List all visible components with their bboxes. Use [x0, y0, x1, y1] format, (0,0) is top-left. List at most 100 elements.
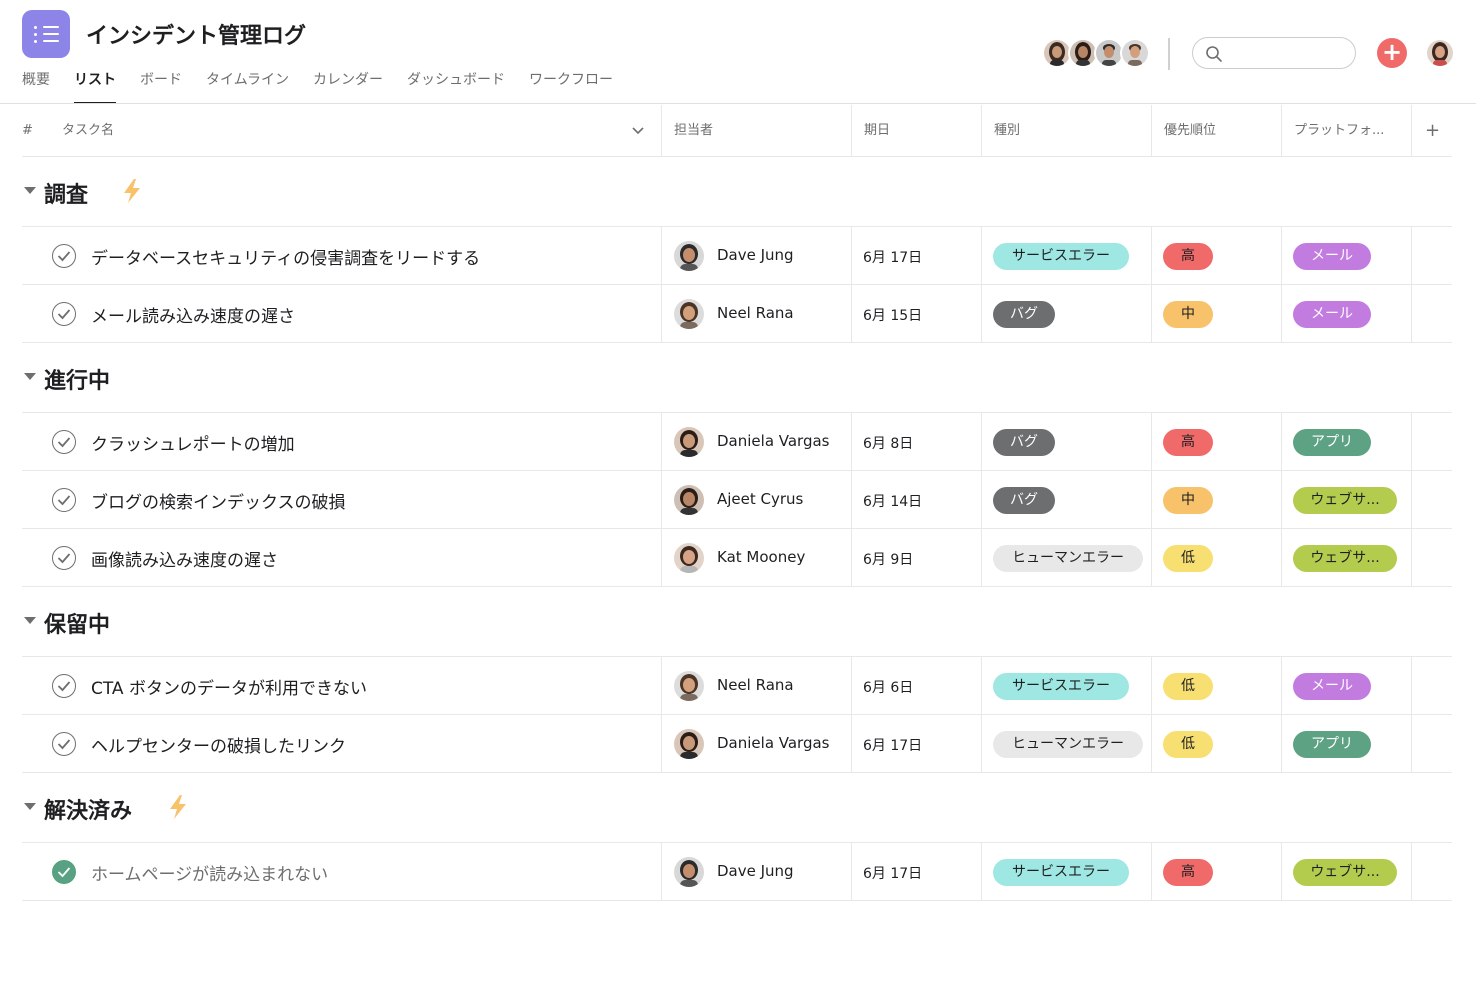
section-header[interactable]: 解決済み [22, 773, 1452, 843]
section-title[interactable]: 進行中 [44, 363, 110, 395]
due-date[interactable]: 6月 17日 [863, 863, 922, 883]
project-title[interactable]: インシデント管理ログ [86, 18, 306, 50]
priority-tag[interactable]: 低 [1163, 673, 1213, 700]
complete-checkbox[interactable] [52, 302, 76, 326]
task-name[interactable]: ブログの検索インデックスの破損 [91, 488, 346, 513]
platform-tag[interactable]: ウェブサ... [1293, 487, 1397, 514]
platform-tag[interactable]: ウェブサ... [1293, 859, 1397, 886]
search-input[interactable] [1227, 43, 1345, 63]
caret-down-icon[interactable] [24, 187, 36, 194]
caret-down-icon[interactable] [24, 617, 36, 624]
priority-tag[interactable]: 低 [1163, 731, 1213, 758]
priority-tag[interactable]: 高 [1163, 429, 1213, 456]
column-platform[interactable]: プラットフォ... [1294, 105, 1384, 157]
platform-tag[interactable]: アプリ [1293, 429, 1371, 456]
assignee-name[interactable]: Dave Jung [717, 246, 794, 264]
due-date[interactable]: 6月 15日 [863, 305, 922, 325]
task-name[interactable]: データベースセキュリティの侵害調査をリードする [91, 244, 480, 269]
type-tag[interactable]: バグ [993, 429, 1055, 456]
tab-board[interactable]: ボード [140, 70, 182, 104]
type-tag[interactable]: ヒューマンエラー [993, 731, 1143, 758]
member-avatars[interactable] [1042, 38, 1150, 68]
task-name[interactable]: メール読み込み速度の遅さ [91, 302, 295, 327]
due-date[interactable]: 6月 6日 [863, 677, 913, 697]
assignee-name[interactable]: Neel Rana [717, 304, 794, 322]
priority-tag[interactable]: 高 [1163, 243, 1213, 270]
type-tag[interactable]: サービスエラー [993, 673, 1129, 700]
assignee-name[interactable]: Neel Rana [717, 676, 794, 694]
column-type[interactable]: 種別 [994, 105, 1020, 157]
caret-down-icon[interactable] [24, 373, 36, 380]
assignee-name[interactable]: Daniela Vargas [717, 432, 830, 450]
tab-timeline[interactable]: タイムライン [206, 70, 289, 104]
assignee-name[interactable]: Dave Jung [717, 862, 794, 880]
type-tag[interactable]: ヒューマンエラー [993, 545, 1143, 572]
task-name[interactable]: CTA ボタンのデータが利用できない [91, 674, 367, 699]
avatar [674, 671, 704, 701]
priority-tag[interactable]: 中 [1163, 487, 1213, 514]
task-row[interactable]: データベースセキュリティの侵害調査をリードする Dave Jung 6月 17日 サー… [22, 227, 1452, 285]
assignee-name[interactable]: Kat Mooney [717, 548, 805, 566]
task-name[interactable]: クラッシュレポートの増加 [91, 430, 295, 455]
section-title[interactable]: 保留中 [44, 607, 110, 639]
due-date[interactable]: 6月 17日 [863, 735, 922, 755]
add-button[interactable]: + [1377, 38, 1407, 68]
task-row[interactable]: クラッシュレポートの増加 Daniela Vargas 6月 8日 バグ 高 アプリ [22, 413, 1452, 471]
search-box[interactable] [1192, 37, 1356, 69]
tab-workflow[interactable]: ワークフロー [529, 70, 613, 104]
task-name[interactable]: ホームページが読み込まれない [91, 860, 328, 885]
task-row[interactable]: ホームページが読み込まれない Dave Jung 6月 17日 サービスエラー 高 ウェブ… [22, 843, 1452, 901]
assignee-name[interactable]: Ajeet Cyrus [717, 490, 803, 508]
task-name[interactable]: 画像読み込み速度の遅さ [91, 546, 278, 571]
task-row[interactable]: ヘルプセンターの破損したリンク Daniela Vargas 6月 17日 ヒューマン… [22, 715, 1452, 773]
add-column-button[interactable]: + [1425, 105, 1440, 157]
column-assignee[interactable]: 担当者 [674, 105, 713, 157]
section-header[interactable]: 進行中 [22, 343, 1452, 413]
due-date[interactable]: 6月 17日 [863, 247, 922, 267]
tab-overview[interactable]: 概要 [22, 70, 50, 104]
current-user-avatar[interactable] [1425, 38, 1455, 68]
platform-tag[interactable]: メール [1293, 301, 1371, 328]
complete-checkbox[interactable] [52, 732, 76, 756]
section-header[interactable]: 保留中 [22, 587, 1452, 657]
platform-tag[interactable]: メール [1293, 243, 1371, 270]
section-title[interactable]: 調査 [44, 177, 88, 209]
column-task-name[interactable]: タスク名 [62, 105, 114, 157]
column-due[interactable]: 期日 [864, 105, 890, 157]
complete-checkbox[interactable] [52, 674, 76, 698]
platform-tag[interactable]: ウェブサ... [1293, 545, 1397, 572]
task-name[interactable]: ヘルプセンターの破損したリンク [91, 732, 346, 757]
task-row[interactable]: メール読み込み速度の遅さ Neel Rana 6月 15日 バグ 中 メール [22, 285, 1452, 343]
assignee-name[interactable]: Daniela Vargas [717, 734, 830, 752]
complete-checkbox[interactable] [52, 488, 76, 512]
type-tag[interactable]: バグ [993, 301, 1055, 328]
priority-tag[interactable]: 中 [1163, 301, 1213, 328]
type-tag[interactable]: サービスエラー [993, 243, 1129, 270]
caret-down-icon[interactable] [24, 803, 36, 810]
chevron-down-icon[interactable] [632, 126, 644, 136]
complete-checkbox[interactable] [52, 244, 76, 268]
task-row[interactable]: CTA ボタンのデータが利用できない Neel Rana 6月 6日 サービスエラー 低… [22, 657, 1452, 715]
app-icon[interactable] [22, 10, 70, 58]
due-date[interactable]: 6月 9日 [863, 549, 913, 569]
tab-calendar[interactable]: カレンダー [313, 70, 383, 104]
task-row[interactable]: 画像読み込み速度の遅さ Kat Mooney 6月 9日 ヒューマンエラー低 ウェブサ.… [22, 529, 1452, 587]
tab-list[interactable]: リスト [74, 70, 116, 104]
avatar [674, 427, 704, 457]
type-tag[interactable]: バグ [993, 487, 1055, 514]
complete-checkbox[interactable] [52, 860, 76, 884]
task-row[interactable]: ブログの検索インデックスの破損 Ajeet Cyrus 6月 14日 バグ 中 ウェブサ.… [22, 471, 1452, 529]
section-title[interactable]: 解決済み [44, 793, 132, 825]
tab-dashboard[interactable]: ダッシュボード [407, 70, 505, 104]
priority-tag[interactable]: 高 [1163, 859, 1213, 886]
complete-checkbox[interactable] [52, 546, 76, 570]
priority-tag[interactable]: 低 [1163, 545, 1213, 572]
due-date[interactable]: 6月 8日 [863, 433, 913, 453]
complete-checkbox[interactable] [52, 430, 76, 454]
platform-tag[interactable]: メール [1293, 673, 1371, 700]
section-header[interactable]: 調査 [22, 157, 1452, 227]
due-date[interactable]: 6月 14日 [863, 491, 922, 511]
platform-tag[interactable]: アプリ [1293, 731, 1371, 758]
type-tag[interactable]: サービスエラー [993, 859, 1129, 886]
column-priority[interactable]: 優先順位 [1164, 105, 1216, 157]
